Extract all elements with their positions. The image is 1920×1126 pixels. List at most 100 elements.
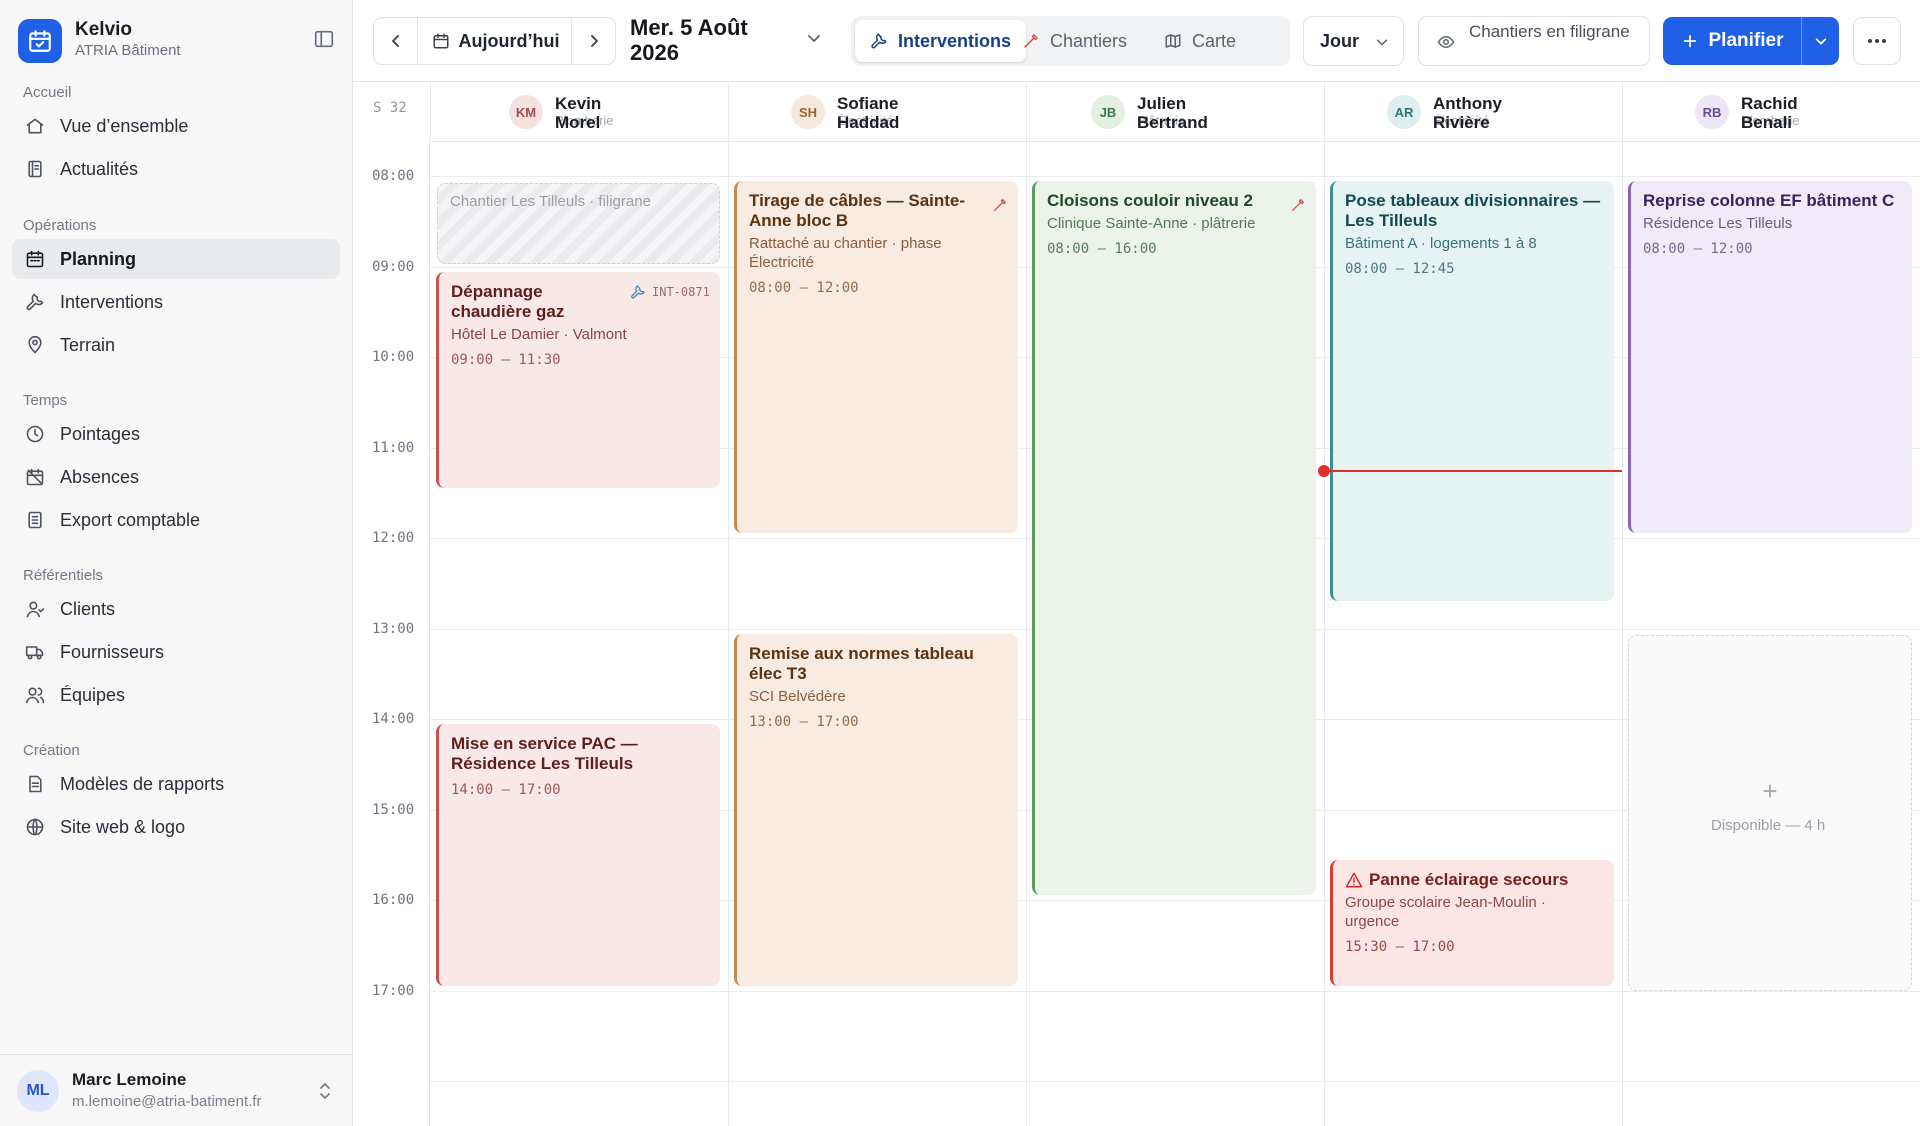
resource-header[interactable]: SH Sofiane Électricité Haddad (728, 82, 1026, 142)
hour-label: 12:00 (372, 530, 415, 547)
tab-carte-label: Carte (1192, 30, 1237, 51)
mode-tabs: Interventions Chantiers Carte (851, 16, 1290, 66)
event-title: Mise en service PAC — Résidence Les Till… (451, 734, 638, 774)
column-divider (728, 142, 729, 1126)
watermark-toggle-button[interactable]: Chantiers en filigrane (1418, 16, 1650, 66)
sidebar-item-label: Interventions (60, 291, 164, 312)
event-reference-text: INT-0871 (652, 284, 710, 299)
available-slot[interactable]: + Disponible — 4 h (1628, 634, 1912, 991)
resource-last-name: Rivière (1433, 113, 1490, 132)
sidebar-item-terrain[interactable]: Terrain (12, 325, 340, 365)
event-card[interactable]: Cloisons couloir niveau 2 Clinique Sainte… (1032, 181, 1316, 896)
plan-button[interactable]: Planifier (1663, 17, 1801, 65)
resource-last-name: Bertrand (1137, 113, 1208, 132)
wrench-icon (630, 284, 646, 304)
event-time: 08:00 – 12:00 (1643, 241, 1753, 258)
globe-icon (25, 817, 45, 837)
hour-label: 17:00 (372, 982, 415, 999)
sidebar-item-absences[interactable]: Absences (12, 457, 340, 497)
resource-first-name: Rachid (1741, 94, 1798, 113)
sidebar-item-label: Export comptable (60, 509, 201, 530)
file-text-icon (25, 774, 45, 794)
resource-first-name: Julien (1137, 94, 1187, 113)
today-button[interactable]: Aujourd’hui (418, 18, 573, 64)
next-day-button[interactable] (571, 18, 615, 64)
event-subtitle: Hôtel Le Damier · Valmont (451, 325, 627, 343)
sidebar-item-pointages[interactable]: Pointages (12, 414, 340, 454)
date-picker-chevron-icon[interactable] (806, 30, 822, 46)
brand[interactable]: Kelvio ATRIA Bâtiment (18, 19, 348, 63)
chevron-up-down-icon (318, 1081, 332, 1101)
avatar: ML (17, 1070, 59, 1112)
clock-icon (25, 424, 45, 444)
event-card[interactable]: Pose tableaux divisionnaires — Les Tille… (1330, 181, 1614, 602)
resource-header[interactable]: RB Rachid Plomberie Benali (1622, 82, 1920, 142)
app-name: Kelvio (75, 19, 133, 40)
sidebar-item-interventions[interactable]: Interventions (12, 282, 340, 322)
sidebar-item-modeles-de-rapports[interactable]: Modèles de rapports (12, 764, 340, 804)
plan-options-button[interactable] (1801, 17, 1839, 65)
chevron-down-icon (1815, 38, 1826, 45)
map-pin-icon (25, 335, 45, 355)
resource-header[interactable]: JB Julien Plâtrerie Bertrand (1026, 82, 1324, 142)
event-subtitle: SCI Belvédère (749, 687, 846, 705)
sidebar-item-export-comptable[interactable]: Export comptable (12, 500, 340, 540)
home-icon (25, 116, 45, 136)
calendar-off-icon (25, 467, 45, 487)
calendar-check-icon (18, 19, 62, 63)
sidebar-item-fournisseurs[interactable]: Fournisseurs (12, 632, 340, 672)
hour-label: 10:00 (372, 349, 415, 366)
event-reference: INT-0871 (628, 284, 710, 300)
calendar-icon (433, 33, 448, 49)
sidebar-item-clients[interactable]: Clients (12, 589, 340, 629)
resource-header[interactable]: KM Kevin Plomberie Morel (430, 82, 728, 142)
hour-line (430, 176, 1920, 178)
event-card[interactable]: Remise aux normes tableau élec T3 SCI Bel… (734, 633, 1018, 986)
event-title: Panne éclairage secours (1369, 870, 1569, 890)
sidebar-toggle-icon[interactable] (313, 28, 335, 50)
event-card[interactable]: Tirage de câbles — Sainte-Anne bloc B Rat… (734, 181, 1018, 534)
sidebar-item-vue-d-ensemble[interactable]: Vue d’ensemble (12, 106, 340, 146)
chevron-right-icon (590, 35, 598, 47)
more-options-button[interactable] (1853, 17, 1901, 65)
avatar: AR (1387, 95, 1421, 129)
hour-line (430, 990, 1920, 992)
previous-day-button[interactable] (374, 18, 418, 64)
tab-carte[interactable]: Carte (1149, 20, 1251, 62)
event-time: 14:00 – 17:00 (451, 782, 561, 799)
user-name: Marc Lemoine (72, 1070, 187, 1089)
event-card[interactable]: Reprise colonne EF bâtiment C Résidence L… (1628, 181, 1912, 534)
tab-chantiers[interactable]: Chantiers (1007, 20, 1142, 62)
resource-header[interactable]: AR Anthony Électricité Rivière (1324, 82, 1622, 142)
calendar-icon (25, 249, 45, 269)
sidebar-item-label: Planning (60, 248, 136, 269)
column-divider (1324, 142, 1325, 1126)
view-select[interactable]: Jour (1303, 16, 1404, 66)
sidebar-item-label: Clients (60, 598, 116, 619)
avatar: SH (791, 95, 825, 129)
sidebar-item-planning[interactable]: Planning (12, 239, 340, 279)
view-select-value: Jour (1320, 30, 1360, 51)
resource-first-name: Kevin (555, 94, 602, 113)
sidebar: Kelvio ATRIA Bâtiment Accueil Vue d’ensem… (0, 0, 353, 1126)
event-card[interactable]: Dépannage chaudière gaz Hôtel Le Damier ·… (436, 271, 720, 489)
avatar: JB (1091, 95, 1125, 129)
today-label: Aujourd’hui (458, 30, 560, 51)
sidebar-item-actualites[interactable]: Actualités (12, 149, 340, 189)
current-date[interactable]: Mer. 5 Août 2026 (630, 15, 830, 65)
event-card[interactable]: Mise en service PAC — Résidence Les Till… (436, 724, 720, 986)
tab-interventions[interactable]: Interventions (855, 20, 1027, 62)
users-icon (25, 685, 45, 705)
chevron-left-icon (391, 35, 399, 47)
event-card[interactable]: Panne éclairage secours Groupe scolaire J… (1330, 860, 1614, 986)
sidebar-item-equipes[interactable]: Équipes (12, 675, 340, 715)
sidebar-item-site-web-logo[interactable]: Site web & logo (12, 807, 340, 847)
watermark-event[interactable]: Chantier Les Tilleuls · filigrane (437, 183, 720, 264)
user-menu[interactable]: ML Marc Lemoine m.lemoine@atria-batiment… (0, 1054, 353, 1126)
hour-label: 15:00 (372, 801, 415, 818)
event-subtitle: Rattaché au chantier · phase Électricité (749, 235, 942, 272)
sidebar-item-label: Terrain (60, 334, 116, 355)
plan-button-group: Planifier (1663, 17, 1839, 65)
plus-icon: + (1762, 775, 1778, 806)
watermark-toggle-label: Chantiers en filigrane (1469, 22, 1630, 41)
